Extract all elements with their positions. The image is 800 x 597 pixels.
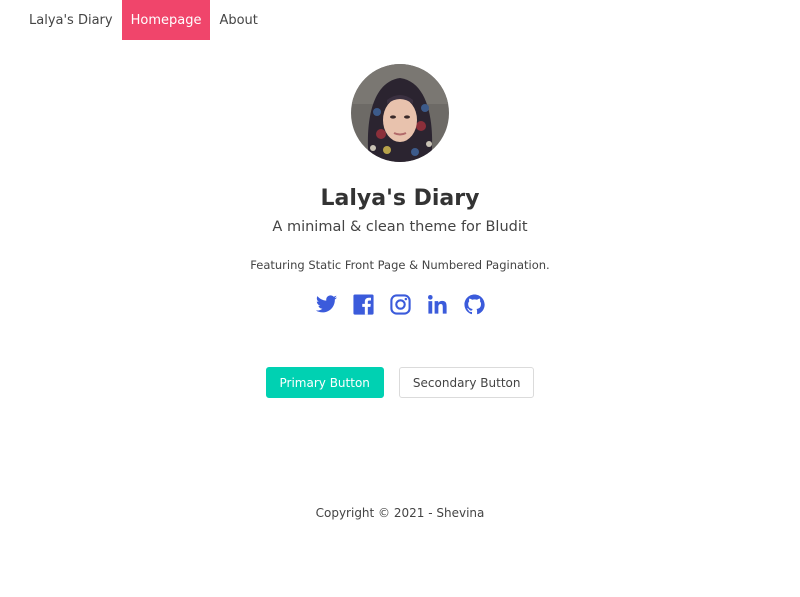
github-icon[interactable]	[463, 293, 486, 316]
nav-item-site-title[interactable]: Lalya's Diary	[20, 0, 122, 40]
footer-copyright: Copyright © 2021 - Shevina	[315, 506, 485, 520]
avatar-photo	[351, 64, 449, 162]
facebook-icon[interactable]	[352, 293, 375, 316]
primary-button[interactable]: Primary Button	[265, 367, 384, 398]
site-subtitle: A minimal & clean theme for Bludit	[272, 219, 528, 235]
avatar	[351, 64, 449, 162]
site-title: Lalya's Diary	[320, 186, 480, 211]
instagram-icon[interactable]	[389, 293, 412, 316]
secondary-button[interactable]: Secondary Button	[398, 367, 535, 398]
social-links	[0, 293, 800, 316]
nav-item-about[interactable]: About	[210, 0, 266, 40]
linkedin-icon[interactable]	[426, 293, 449, 316]
nav-item-homepage[interactable]: Homepage	[121, 0, 211, 40]
top-navigation: Lalya's Diary Homepage About	[0, 0, 267, 40]
site-description: Featuring Static Front Page & Numbered P…	[250, 258, 550, 272]
twitter-icon[interactable]	[315, 293, 338, 316]
button-group: Primary Button Secondary Button	[0, 367, 800, 398]
